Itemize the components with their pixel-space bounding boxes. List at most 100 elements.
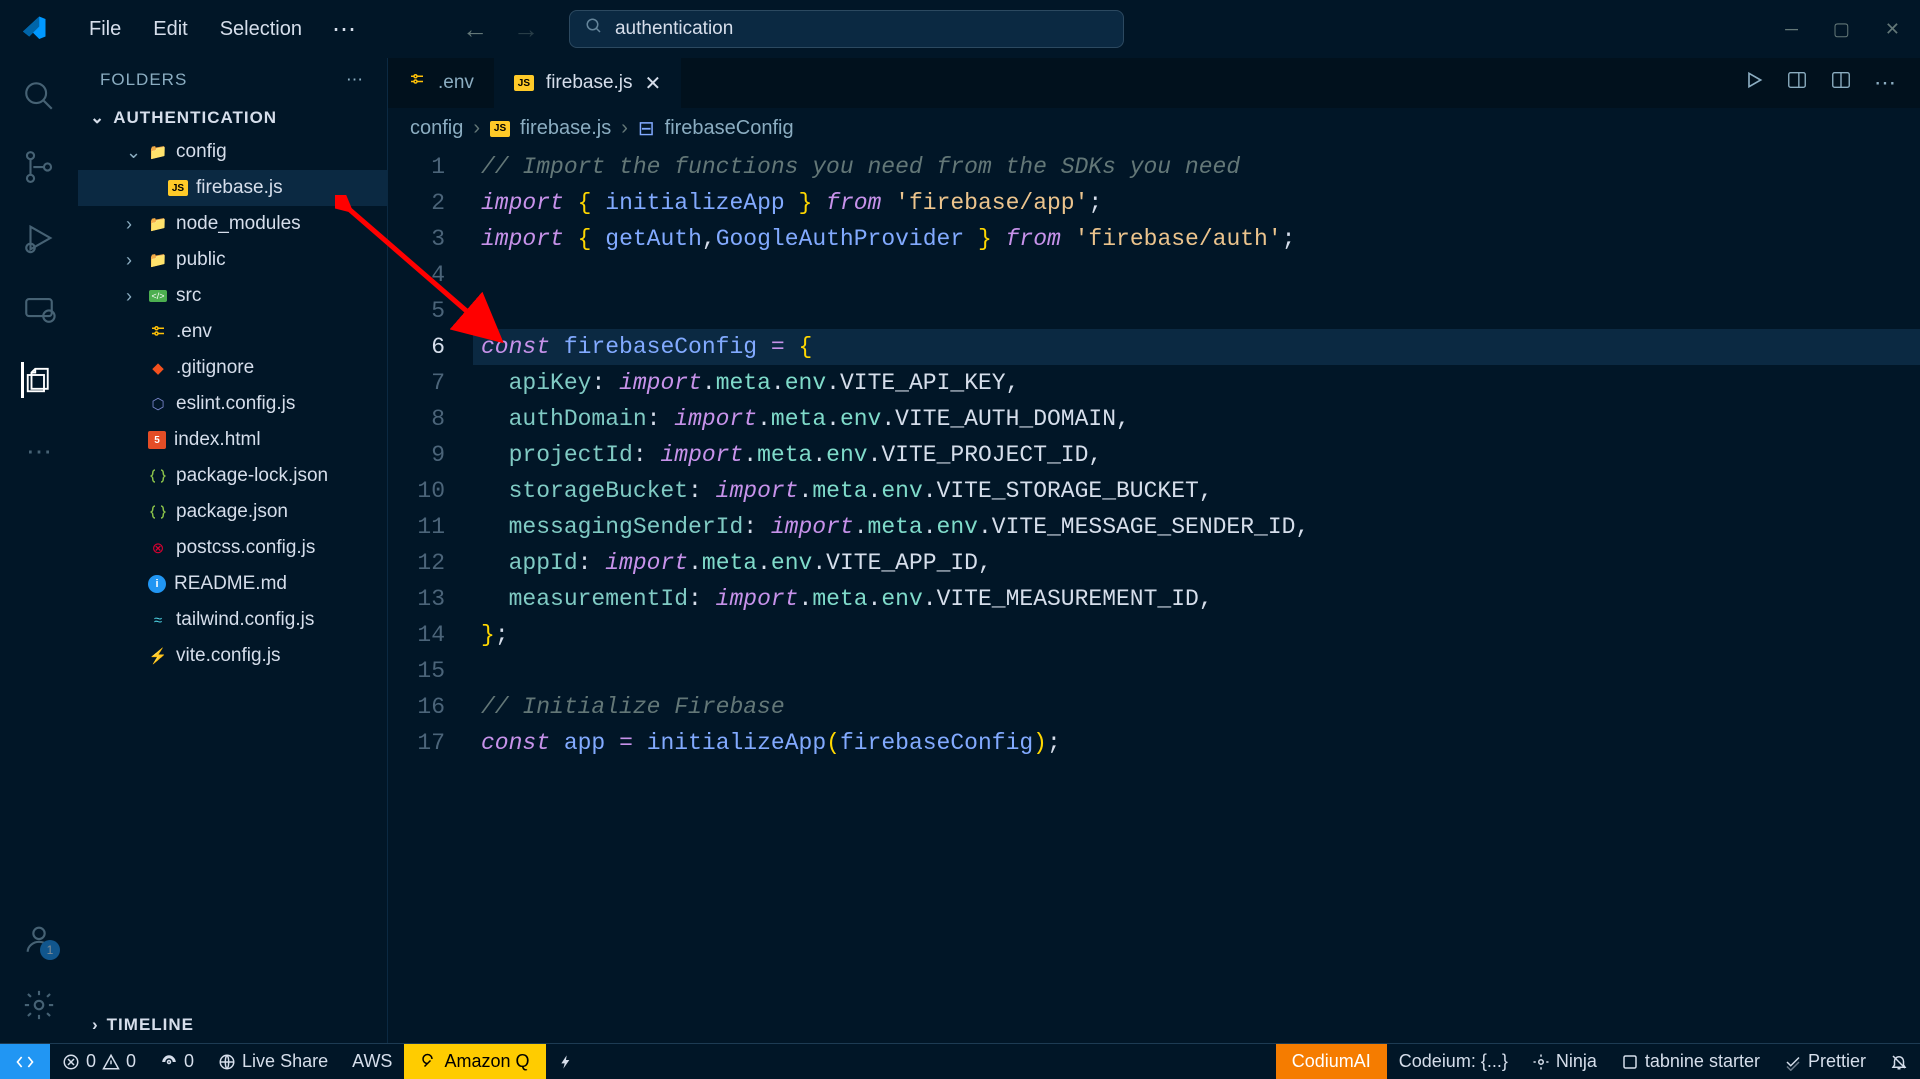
code-line[interactable]: }; <box>473 617 1920 653</box>
tree-item-label: src <box>176 285 201 307</box>
tab-label: firebase.js <box>546 72 633 94</box>
warnings-count: 0 <box>126 1051 136 1072</box>
status-codeium[interactable]: Codeium: {...} <box>1387 1051 1520 1072</box>
breadcrumb-file[interactable]: firebase.js <box>520 117 611 140</box>
menu-edit[interactable]: Edit <box>137 13 203 46</box>
folder-node_modules[interactable]: ›📁node_modules <box>78 206 387 242</box>
breadcrumb-folder[interactable]: config <box>410 117 463 140</box>
code-line[interactable]: apiKey: import.meta.env.VITE_API_KEY, <box>473 365 1920 401</box>
command-center-search[interactable]: authentication <box>569 10 1124 48</box>
tab-.env[interactable]: .env <box>388 58 494 108</box>
line-number: 6 <box>388 329 445 365</box>
file-postcss.config.js[interactable]: ⊗postcss.config.js <box>78 530 387 566</box>
line-number: 17 <box>388 725 445 761</box>
code-line[interactable]: messagingSenderId: import.meta.env.VITE_… <box>473 509 1920 545</box>
nav-forward-icon[interactable]: → <box>513 14 539 45</box>
status-prettier[interactable]: Prettier <box>1772 1051 1878 1072</box>
editor-area: .envJSfirebase.js✕ ⋯ config › JS firebas… <box>388 58 1920 1043</box>
file-index.html[interactable]: 5index.html <box>78 422 387 458</box>
sidebar-more-icon[interactable]: ⋯ <box>346 70 365 90</box>
breadcrumb-symbol[interactable]: firebaseConfig <box>665 117 794 140</box>
line-number: 5 <box>388 293 445 329</box>
code-line[interactable]: const firebaseConfig = { <box>473 329 1920 365</box>
code-line[interactable]: storageBucket: import.meta.env.VITE_STOR… <box>473 473 1920 509</box>
folder-public[interactable]: ›📁public <box>78 242 387 278</box>
remote-indicator-icon[interactable] <box>0 1044 50 1079</box>
tabnine-label: tabnine starter <box>1645 1051 1760 1072</box>
split-editor-icon[interactable] <box>1830 69 1852 97</box>
menu-file[interactable]: File <box>73 13 137 46</box>
nav-back-icon[interactable]: ← <box>462 14 488 45</box>
window-maximize-icon[interactable]: ▢ <box>1833 19 1850 40</box>
file-firebase.js[interactable]: JSfirebase.js <box>78 170 387 206</box>
activitybar: ⋯ 1 <box>0 58 78 1043</box>
file-.env[interactable]: .env <box>78 314 387 350</box>
status-ninja[interactable]: Ninja <box>1520 1051 1609 1072</box>
activity-more-icon[interactable]: ⋯ <box>21 433 57 469</box>
menu-selection[interactable]: Selection <box>204 13 318 46</box>
chevron-down-icon: ⌄ <box>90 108 105 128</box>
tab-close-icon[interactable]: ✕ <box>645 71 662 96</box>
activity-remote-icon[interactable] <box>21 291 57 327</box>
code-editor[interactable]: 1234567891011121314151617 // Import the … <box>388 149 1920 1043</box>
code-line[interactable]: measurementId: import.meta.env.VITE_MEAS… <box>473 581 1920 617</box>
tree-item-label: .env <box>176 321 212 343</box>
symbol-icon: ⊟ <box>638 116 655 141</box>
activity-explorer-icon[interactable] <box>21 362 57 398</box>
code-line[interactable] <box>473 653 1920 689</box>
activity-search-icon[interactable] <box>21 78 57 114</box>
window-close-icon[interactable]: ✕ <box>1885 19 1900 40</box>
file-eslint.config.js[interactable]: ⬡eslint.config.js <box>78 386 387 422</box>
workspace-root[interactable]: ⌄ AUTHENTICATION <box>78 102 387 134</box>
status-tabnine[interactable]: tabnine starter <box>1609 1051 1772 1072</box>
tree-item-label: node_modules <box>176 213 301 235</box>
window-minimize-icon[interactable]: ─ <box>1785 19 1798 40</box>
file-vite.config.js[interactable]: ⚡vite.config.js <box>78 638 387 674</box>
menu-more-icon[interactable]: ⋯ <box>318 10 372 49</box>
status-ports[interactable]: 0 <box>148 1051 206 1072</box>
activity-debug-icon[interactable] <box>21 220 57 256</box>
timeline-section[interactable]: › TIMELINE <box>78 1007 387 1043</box>
breadcrumb[interactable]: config › JS firebase.js › ⊟ firebaseConf… <box>388 108 1920 149</box>
tab-label: .env <box>438 72 474 94</box>
file-package.json[interactable]: package.json <box>78 494 387 530</box>
folder-src[interactable]: ›</>src <box>78 278 387 314</box>
activity-sourcecontrol-icon[interactable] <box>21 149 57 185</box>
file-tree: ⌄📁configJSfirebase.js›📁node_modules›📁pub… <box>78 134 387 1007</box>
run-icon[interactable] <box>1744 70 1764 96</box>
titlebar: File Edit Selection ⋯ ← → authentication… <box>0 0 1920 58</box>
status-liveshare[interactable]: Live Share <box>206 1051 340 1072</box>
code-line[interactable]: const app = initializeApp(firebaseConfig… <box>473 725 1920 761</box>
line-number: 13 <box>388 581 445 617</box>
code-line[interactable]: import { getAuth,GoogleAuthProvider } fr… <box>473 221 1920 257</box>
code-line[interactable]: // Import the functions you need from th… <box>473 149 1920 185</box>
status-bell-icon[interactable] <box>1878 1053 1920 1071</box>
code-line[interactable]: appId: import.meta.env.VITE_APP_ID, <box>473 545 1920 581</box>
activity-account-icon[interactable]: 1 <box>21 921 57 957</box>
status-aws[interactable]: AWS <box>340 1051 404 1072</box>
code-content[interactable]: // Import the functions you need from th… <box>473 149 1920 1043</box>
panel-right-icon[interactable] <box>1786 69 1808 97</box>
status-amazonq[interactable]: Amazon Q <box>404 1044 545 1079</box>
file-package-lock.json[interactable]: package-lock.json <box>78 458 387 494</box>
workspace-name: AUTHENTICATION <box>113 108 277 128</box>
code-line[interactable] <box>473 293 1920 329</box>
file-README.md[interactable]: iREADME.md <box>78 566 387 602</box>
tab-firebase.js[interactable]: JSfirebase.js✕ <box>494 58 681 108</box>
code-line[interactable]: projectId: import.meta.env.VITE_PROJECT_… <box>473 437 1920 473</box>
folder-config[interactable]: ⌄📁config <box>78 134 387 170</box>
code-line[interactable]: authDomain: import.meta.env.VITE_AUTH_DO… <box>473 401 1920 437</box>
status-bolt-icon[interactable] <box>546 1054 586 1070</box>
line-number: 4 <box>388 257 445 293</box>
code-line[interactable]: // Initialize Firebase <box>473 689 1920 725</box>
code-line[interactable]: import { initializeApp } from 'firebase/… <box>473 185 1920 221</box>
line-number: 12 <box>388 545 445 581</box>
code-line[interactable] <box>473 257 1920 293</box>
status-codium[interactable]: CodiumAI <box>1276 1044 1387 1079</box>
line-number: 10 <box>388 473 445 509</box>
status-errors[interactable]: 0 0 <box>50 1051 148 1072</box>
file-tailwind.config.js[interactable]: ≈tailwind.config.js <box>78 602 387 638</box>
activity-settings-icon[interactable] <box>21 987 57 1023</box>
editor-more-icon[interactable]: ⋯ <box>1874 70 1898 96</box>
file-.gitignore[interactable]: ◆.gitignore <box>78 350 387 386</box>
